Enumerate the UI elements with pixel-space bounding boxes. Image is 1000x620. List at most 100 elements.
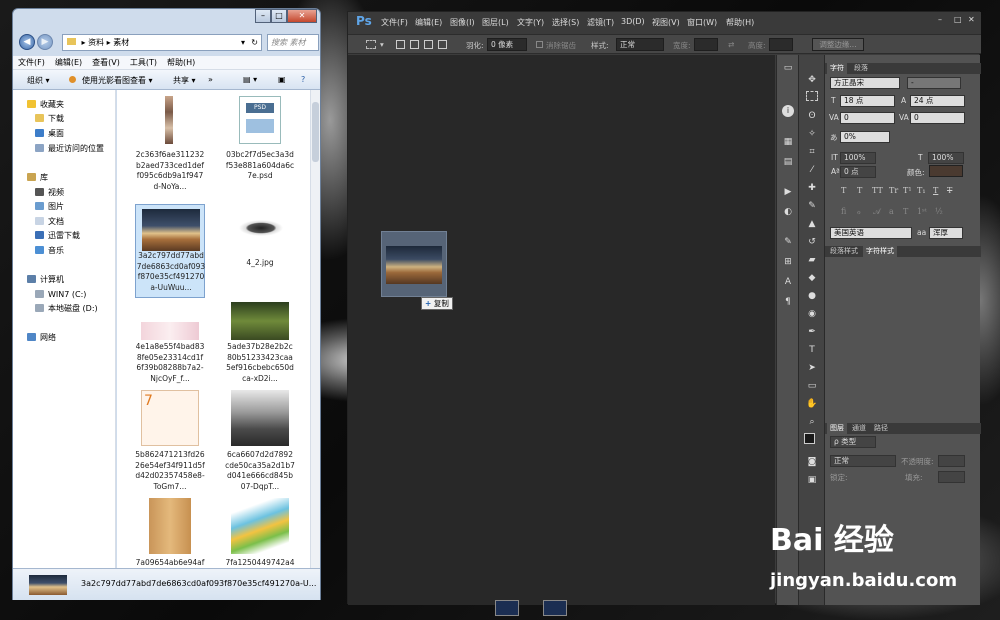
tab-paragraph-styles[interactable]: 段落样式 <box>827 246 861 257</box>
oldstyle-icon[interactable]: ℴ <box>857 207 861 216</box>
ps-menu-window[interactable]: 窗口(W) <box>687 17 717 28</box>
ps-menu-edit[interactable]: 编辑(E) <box>415 17 442 28</box>
nav-desktop[interactable]: 桌面 <box>35 127 64 140</box>
add-selection-icon[interactable] <box>410 40 419 49</box>
font-size-input[interactable]: 18 点 <box>840 95 895 107</box>
help-icon[interactable]: ? <box>301 75 305 84</box>
info-panel-icon[interactable]: i <box>782 105 794 117</box>
ordinals-icon[interactable]: 1ˢᵗ <box>917 207 927 216</box>
ps-maximize-button[interactable]: □ <box>954 15 962 24</box>
width-input[interactable] <box>694 38 718 51</box>
nav-drive-c[interactable]: WIN7 (C:) <box>35 288 86 301</box>
quick-mask-icon[interactable]: ◙ <box>803 455 821 469</box>
swatches-panel-icon[interactable]: ▤ <box>779 155 797 169</box>
nav-network[interactable]: 网络 <box>27 331 56 344</box>
lasso-tool-icon[interactable]: ʘ <box>803 109 821 123</box>
ps-close-button[interactable]: ✕ <box>968 15 975 24</box>
marquee-tool-icon[interactable] <box>366 40 376 49</box>
clone-source-panel-icon[interactable]: ⊞ <box>779 255 797 269</box>
refresh-icon[interactable]: ↻ <box>251 35 258 50</box>
nav-music[interactable]: 音乐 <box>35 244 64 257</box>
ps-menu-filter[interactable]: 滤镜(T) <box>587 17 614 28</box>
tsume-input[interactable]: 0% <box>840 131 890 143</box>
blur-tool-icon[interactable]: ● <box>803 289 821 303</box>
adjustments-panel-icon[interactable]: ◐ <box>779 205 797 219</box>
back-button[interactable]: ◀ <box>19 34 35 50</box>
file-item-selected[interactable]: 3a2c797dd77abd7de6863cd0af093f870e35cf49… <box>135 204 205 298</box>
screen-mode-icon[interactable]: ▣ <box>803 473 821 487</box>
titling-icon[interactable]: T <box>903 207 908 216</box>
breadcrumb-item[interactable]: 资料 <box>88 38 104 47</box>
hand-tool-icon[interactable]: ✋ <box>803 397 821 411</box>
scrollbar[interactable] <box>310 90 320 568</box>
file-item[interactable]: 7a09654ab6e94aff08e181474a4... <box>135 498 205 568</box>
eyedropper-tool-icon[interactable]: ⁄ <box>803 163 821 177</box>
subscript-icon[interactable]: T₁ <box>917 186 926 195</box>
refine-edge-button[interactable]: 调整边缘... <box>812 38 864 51</box>
rect-marquee-tool-icon[interactable] <box>806 91 818 101</box>
font-family-select[interactable]: 方正晶宋 <box>830 77 900 89</box>
tab-paths[interactable]: 路径 <box>871 423 891 434</box>
type-tool-icon[interactable]: T <box>803 343 821 357</box>
ps-menu-layer[interactable]: 图层(L) <box>482 17 509 28</box>
foreground-color-swatch[interactable] <box>804 433 815 444</box>
stylistic-alternates-icon[interactable]: a <box>889 207 894 216</box>
scrollbar-thumb[interactable] <box>312 102 319 162</box>
crop-tool-icon[interactable]: ⌗ <box>803 145 821 159</box>
ps-menu-3d[interactable]: 3D(D) <box>621 17 645 26</box>
height-input[interactable] <box>769 38 793 51</box>
swash-icon[interactable]: 𝒜 <box>873 207 881 217</box>
ps-menu-help[interactable]: 帮助(H) <box>726 17 754 28</box>
file-item[interactable]: PSD 03bc2f7d5ec3a3df53e881a604da6c7e.psd <box>225 96 295 196</box>
pen-tool-icon[interactable]: ✒ <box>803 325 821 339</box>
kerning-input[interactable]: 0 <box>840 112 895 124</box>
nav-downloads[interactable]: 下载 <box>35 112 64 125</box>
open-with-viewer-button[interactable]: 使用光影看图查看 ▾ <box>82 75 153 86</box>
tab-character-styles[interactable]: 字符样式 <box>863 246 897 257</box>
color-panel-icon[interactable]: ▦ <box>779 135 797 149</box>
ligatures-icon[interactable]: fi <box>841 207 846 216</box>
taskbar-window-icon[interactable] <box>543 600 567 616</box>
file-item[interactable]: 7fa1250449742a48d637a33a04... <box>225 498 295 568</box>
nav-favorites[interactable]: 收藏夹 <box>27 98 64 111</box>
ps-menu-type[interactable]: 文字(Y) <box>517 17 544 28</box>
subtract-selection-icon[interactable] <box>424 40 433 49</box>
tracking-input[interactable]: 0 <box>910 112 965 124</box>
ps-menu-image[interactable]: 图像(I) <box>450 17 475 28</box>
layer-filter-kind-select[interactable]: ρ 类型 <box>830 436 876 448</box>
vertical-scale-input[interactable]: 100% <box>840 152 876 164</box>
breadcrumb-item[interactable]: 素材 <box>113 38 129 47</box>
view-options-icon[interactable]: ▤ ▾ <box>243 75 257 84</box>
text-color-swatch[interactable] <box>929 165 963 177</box>
style-select[interactable]: 正常 <box>616 38 664 51</box>
menu-edit[interactable]: 编辑(E) <box>50 56 87 70</box>
nav-documents[interactable]: 文档 <box>35 215 64 228</box>
font-style-select[interactable]: - <box>907 77 961 89</box>
ps-menu-file[interactable]: 文件(F) <box>381 17 408 28</box>
brush-panel-icon[interactable]: ✎ <box>779 235 797 249</box>
ps-menu-select[interactable]: 选择(S) <box>552 17 579 28</box>
organize-button[interactable]: 组织 ▾ <box>27 75 50 86</box>
swap-icon[interactable]: ⇄ <box>728 40 734 49</box>
antialias-checkbox[interactable] <box>536 41 543 48</box>
dodge-tool-icon[interactable]: ◉ <box>803 307 821 321</box>
nav-pictures[interactable]: 图片 <box>35 200 64 213</box>
file-item[interactable]: 2c363f6ae311232b2aed733ced1deff095c6db9a… <box>135 96 205 196</box>
character-panel-icon[interactable]: A <box>779 275 797 289</box>
history-panel-icon[interactable]: ▭ <box>779 61 797 75</box>
minimize-button[interactable]: – <box>255 9 271 23</box>
opacity-input[interactable] <box>938 455 965 467</box>
nav-drive-d[interactable]: 本地磁盘 (D:) <box>35 302 98 315</box>
language-select[interactable]: 美国英语 <box>830 227 912 239</box>
paint-bucket-tool-icon[interactable]: ◆ <box>803 271 821 285</box>
rectangle-tool-icon[interactable]: ▭ <box>803 379 821 393</box>
menu-file[interactable]: 文件(F) <box>13 56 50 70</box>
clone-stamp-tool-icon[interactable]: ▲ <box>803 217 821 231</box>
new-selection-icon[interactable] <box>396 40 405 49</box>
tool-preset-dropdown[interactable]: ▾ <box>380 40 384 49</box>
ps-canvas-area[interactable] <box>348 55 775 605</box>
nav-thunder-downloads[interactable]: 迅雷下载 <box>35 229 80 242</box>
brush-tool-icon[interactable]: ✎ <box>803 199 821 213</box>
history-brush-tool-icon[interactable]: ↺ <box>803 235 821 249</box>
menu-tools[interactable]: 工具(T) <box>125 56 162 70</box>
